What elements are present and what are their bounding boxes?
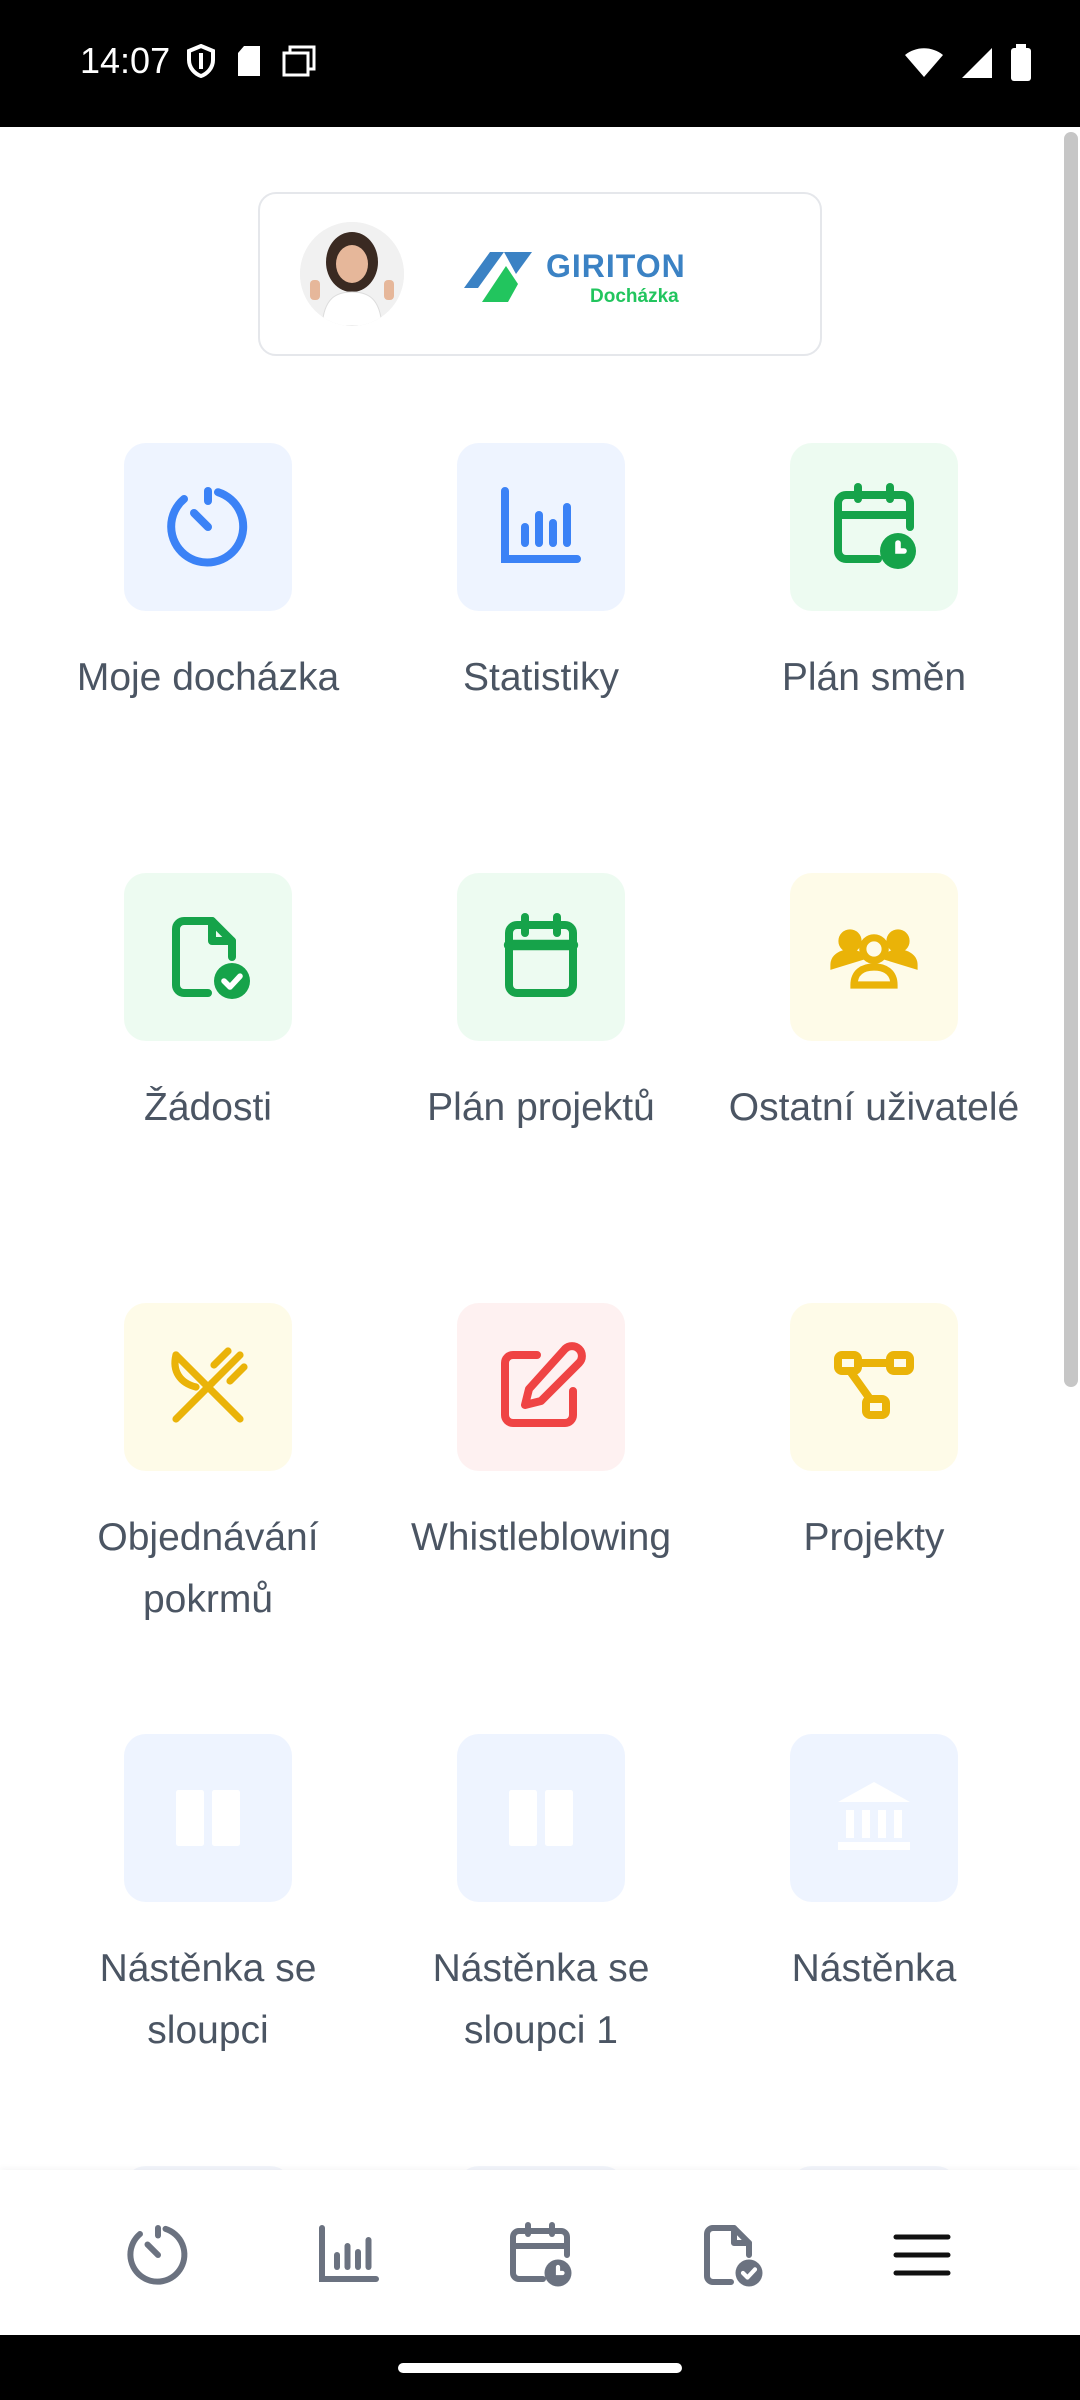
tile-statistiky[interactable]: Statistiky [376,443,706,709]
columns-icon [509,1790,573,1846]
file-check-icon [704,2225,763,2287]
tile-plan-projektu[interactable]: Plán projektů [376,873,706,1139]
tile-label: Projekty [803,1516,945,1559]
nav-shift-plan[interactable] [495,2210,585,2300]
file-check-icon [172,917,250,999]
workflow-icon [834,1351,914,1419]
calendar-clock-icon [510,2222,572,2287]
status-bar: 14:07 [0,0,1080,127]
bar-chart-icon [501,487,581,563]
stopwatch-icon [167,487,248,567]
tile-label: Žádosti [144,1086,272,1129]
tile-label: Moje docházka [76,656,340,699]
nav-attendance[interactable] [113,2210,203,2300]
tile-label: Plán projektů [427,1086,655,1129]
brand-subtitle: Docházka [590,286,679,307]
tile-nastenka[interactable]: Nástěnka [709,1734,1039,2000]
tile-whistleblowing[interactable]: Whistleblowing [376,1303,706,1569]
home-indicator[interactable] [398,2363,682,2373]
signal-icon [960,46,994,85]
tile-moje-dochazka[interactable]: Moje docházka [43,443,373,709]
sd-card-icon [236,45,262,82]
battery-icon [1010,44,1032,87]
copy-icon [282,45,316,82]
calendar-icon [503,913,579,997]
tile-label: Nástěnka se sloupci 1 [432,1947,650,2052]
pen-square-icon [501,1342,586,1427]
tile-nastenka-se-sloupci[interactable]: Nástěnka se sloupci [43,1734,373,2062]
tile-label: Ostatní uživatelé [728,1086,1020,1129]
scrollbar[interactable] [1064,132,1078,1387]
tile-label: Whistleblowing [410,1516,672,1559]
tile-objednavani-pokrmu[interactable]: Objednávání pokrmů [43,1303,373,1631]
tile-zadosti[interactable]: Žádosti [43,873,373,1139]
giriton-logo: GIRITON Docházka [460,244,685,311]
calendar-clock-icon [834,483,916,569]
tile-label: Objednávání pokrmů [97,1516,319,1621]
bar-chart-icon [319,2225,379,2282]
gesture-bar [0,2335,1080,2400]
menu-icon [893,2234,951,2276]
bank-icon [838,1782,910,1850]
tile-nastenka-se-sloupci-1[interactable]: Nástěnka se sloupci 1 [376,1734,706,2062]
tile-label: Nástěnka [791,1947,957,1990]
tile-label: Statistiky [462,656,620,699]
nav-statistics[interactable] [304,2210,394,2300]
bottom-nav [0,2170,1080,2335]
avatar [300,222,404,326]
nav-menu[interactable] [877,2210,967,2300]
brand-card: GIRITON Docházka [258,192,822,356]
brand-name: GIRITON [546,248,686,284]
tile-label: Plán směn [781,656,967,699]
tile-ostatni-uzivatele[interactable]: Ostatní uživatelé [709,873,1039,1139]
tile-projekty[interactable]: Projekty [709,1303,1039,1569]
shield-icon [186,43,216,83]
wifi-icon [904,47,944,84]
tile-label: Nástěnka se sloupci [99,1947,317,2052]
status-time: 14:07 [80,40,171,81]
utensils-icon [171,1347,248,1423]
tile-plan-smen[interactable]: Plán směn [709,443,1039,709]
columns-icon [176,1790,240,1846]
users-icon [830,929,918,989]
stopwatch-icon [127,2225,188,2285]
nav-requests[interactable] [686,2210,776,2300]
